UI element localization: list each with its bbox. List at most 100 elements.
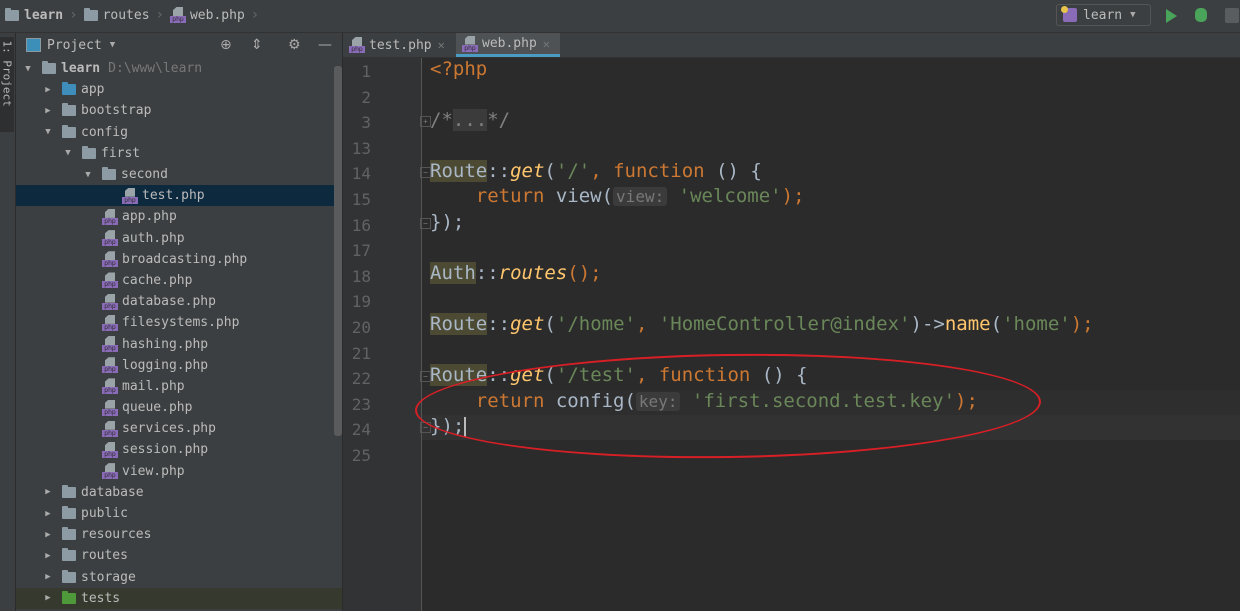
- tree-item[interactable]: ▼ learn D:\www\learn: [16, 58, 342, 79]
- tree-item[interactable]: ▶ routes: [16, 545, 342, 566]
- expand-arrow-right-icon[interactable]: ▶: [42, 106, 54, 116]
- code-line-23: return config(key: 'first.second.test.ke…: [430, 390, 978, 412]
- breadcrumb-web-php[interactable]: web.php: [190, 8, 245, 23]
- close-icon[interactable]: ✕: [543, 37, 550, 51]
- expand-arrow-down-icon[interactable]: ▼: [62, 148, 74, 158]
- expand-arrow-right-icon[interactable]: ▶: [42, 530, 54, 540]
- project-tool-tab[interactable]: 1: Project: [0, 37, 14, 132]
- tree-item-label: bootstrap: [81, 103, 152, 119]
- fold-collapse-icon[interactable]: −: [420, 167, 431, 178]
- tree-item[interactable]: services.php: [16, 418, 342, 439]
- tree-item[interactable]: ▼ config: [16, 122, 342, 143]
- breadcrumb-routes[interactable]: routes: [103, 8, 150, 23]
- expand-arrow-right-icon[interactable]: ▶: [42, 593, 54, 603]
- fold-expand-icon[interactable]: +: [420, 116, 431, 127]
- run-configuration-select[interactable]: learn ▼: [1056, 4, 1151, 26]
- tree-item-label: filesystems.php: [122, 315, 240, 331]
- code-line-22: − Route::get('/test', function () {: [420, 364, 808, 386]
- tree-item[interactable]: broadcasting.php: [16, 249, 342, 270]
- keyword: return: [475, 185, 545, 207]
- tree-item[interactable]: app.php: [16, 206, 342, 227]
- tree-item[interactable]: ▼ first: [16, 143, 342, 164]
- expand-arrow-down-icon[interactable]: ▼: [42, 127, 54, 137]
- tree-item[interactable]: logging.php: [16, 355, 342, 376]
- string-literal: '/home': [555, 313, 636, 335]
- folder-icon: [62, 506, 76, 520]
- php-file-icon: [102, 294, 118, 310]
- folder-icon: [62, 590, 76, 604]
- line-number: 1: [361, 62, 371, 81]
- coverage-icon[interactable]: [1225, 8, 1239, 23]
- fold-end-icon[interactable]: −: [420, 218, 431, 229]
- code-token: () {: [750, 364, 808, 386]
- tree-item[interactable]: test.php: [16, 185, 342, 207]
- tree-item[interactable]: mail.php: [16, 376, 342, 397]
- code-token: config(: [544, 390, 636, 412]
- code-token: ,: [635, 364, 659, 386]
- project-view-icon: [26, 38, 41, 52]
- play-icon[interactable]: [1166, 9, 1177, 23]
- folded-comment[interactable]: ...: [452, 109, 488, 131]
- project-panel-header: Project ▼ ⊕ ⇕ ⚙ —: [16, 33, 342, 57]
- tree-item[interactable]: ▶ public: [16, 503, 342, 524]
- tree-item[interactable]: database.php: [16, 291, 342, 312]
- tree-item[interactable]: ▶ database: [16, 482, 342, 503]
- tree-item-path: D:\www\learn: [108, 61, 203, 77]
- method-name: routes: [498, 262, 568, 284]
- expand-arrow-down-icon[interactable]: ▼: [22, 64, 34, 74]
- tree-item[interactable]: auth.php: [16, 228, 342, 249]
- tree-item[interactable]: session.php: [16, 439, 342, 460]
- folder-icon: [62, 484, 76, 498]
- line-number: 17: [351, 241, 371, 261]
- tree-item[interactable]: ▶ tests: [16, 587, 342, 609]
- tree-item[interactable]: ▶ storage: [16, 567, 342, 588]
- scroll-from-source-icon[interactable]: ⊕: [220, 37, 232, 53]
- tree-item[interactable]: view.php: [16, 461, 342, 482]
- tree-item[interactable]: queue.php: [16, 397, 342, 418]
- tree-item-label: queue.php: [122, 400, 193, 416]
- tree-item[interactable]: hashing.php: [16, 333, 342, 354]
- breadcrumb-learn[interactable]: learn: [24, 8, 63, 23]
- tree-item[interactable]: filesystems.php: [16, 312, 342, 333]
- tree-item-label: view.php: [122, 463, 185, 479]
- tree-item[interactable]: ▶ bootstrap: [16, 100, 342, 121]
- fold-end-icon[interactable]: −: [420, 422, 431, 433]
- tree-item-label: test.php: [142, 188, 205, 204]
- tree-item[interactable]: ▼ second: [16, 164, 342, 185]
- chevron-down-icon[interactable]: ▼: [110, 40, 115, 50]
- tree-item[interactable]: ▶ app: [16, 79, 342, 100]
- expand-arrow-right-icon[interactable]: ▶: [42, 509, 54, 519]
- tree-item-label: hashing.php: [122, 336, 209, 352]
- line-number: 16: [351, 215, 371, 235]
- close-icon[interactable]: ✕: [438, 38, 445, 52]
- folder-icon: [62, 103, 76, 117]
- tab-test-php[interactable]: test.php ✕: [343, 33, 455, 57]
- tab-web-php[interactable]: web.php ✕: [456, 33, 560, 57]
- tree-item-label: mail.php: [122, 378, 185, 394]
- project-view-title[interactable]: Project: [47, 38, 102, 53]
- chevron-down-icon: ▼: [1130, 10, 1136, 20]
- code-editor[interactable]: <?php +/*...*/ − Route::get('/', function…: [420, 58, 1240, 611]
- folder-icon: [62, 569, 76, 583]
- expand-arrow-right-icon[interactable]: ▶: [42, 487, 54, 497]
- collapse-all-icon[interactable]: ⇕: [251, 37, 263, 53]
- folder-icon: [62, 527, 76, 541]
- code-token: );: [955, 390, 978, 412]
- expand-arrow-down-icon[interactable]: ▼: [82, 170, 94, 180]
- gear-icon[interactable]: ⚙: [288, 37, 301, 53]
- tree-item[interactable]: ▶ resources: [16, 524, 342, 545]
- expand-arrow-right-icon[interactable]: ▶: [42, 572, 54, 582]
- tree-item[interactable]: cache.php: [16, 270, 342, 291]
- code-token: ,: [590, 160, 614, 182]
- hide-icon[interactable]: —: [318, 37, 332, 53]
- php-file-icon: [102, 378, 118, 395]
- expand-arrow-right-icon[interactable]: ▶: [42, 85, 54, 95]
- keyword: function: [613, 160, 705, 182]
- bug-icon[interactable]: [1195, 8, 1207, 22]
- project-tree-scrollbar[interactable]: [334, 66, 342, 436]
- expand-arrow-right-icon[interactable]: ▶: [42, 551, 54, 561]
- string-literal: 'HomeController@index': [658, 313, 911, 335]
- fold-collapse-icon[interactable]: −: [420, 371, 431, 382]
- class-name: Auth: [430, 262, 476, 284]
- breadcrumb: learn › routes › web.php ›: [5, 7, 265, 23]
